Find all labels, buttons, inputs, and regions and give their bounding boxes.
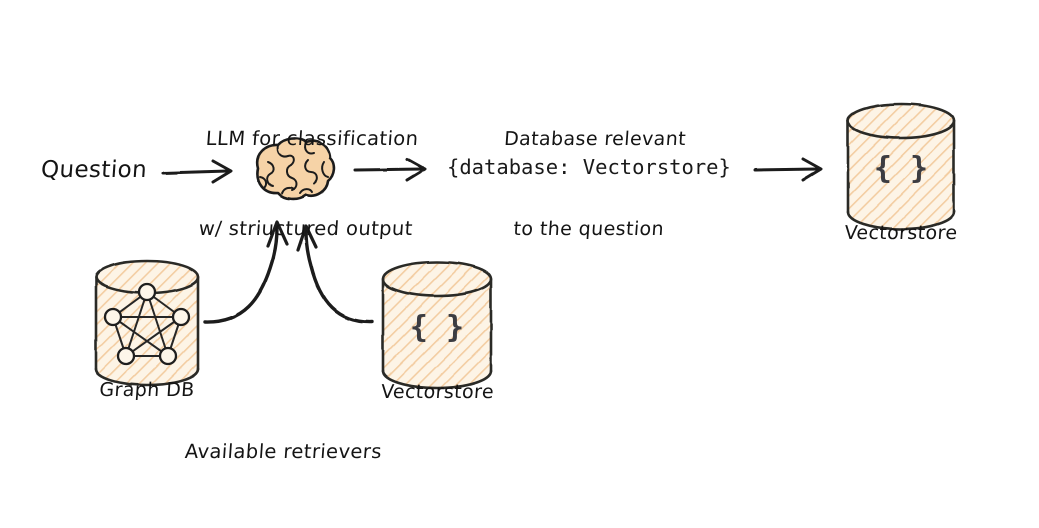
graph-db-cylinder: [94, 259, 200, 387]
llm-annotation: LLM for classification w/ striuctured ou…: [178, 64, 443, 274]
graph-db-label: Graph DB: [98, 379, 196, 401]
arrow-output-to-vectorstore: [753, 157, 823, 182]
vectorstore-source-label: Vectorstore: [380, 381, 495, 403]
vectorstore-selected-label: Vectorstore: [843, 222, 959, 244]
braces-glyph: { }: [874, 151, 928, 186]
llm-annotation-line2: w/ striuctured output: [198, 217, 414, 240]
database-relevant-line1: Database relevant: [503, 128, 687, 150]
question-label: Question: [40, 157, 148, 183]
vectorstore-cylinder-source: { }: [381, 260, 493, 390]
llm-annotation-line1: LLM for classification: [204, 127, 420, 150]
vectorstore-cylinder-selected: { }: [846, 102, 956, 231]
database-relevant-line2: to the question: [512, 218, 665, 240]
braces-glyph: { }: [410, 310, 464, 345]
structured-output-label: {database: Vectorstore}: [447, 155, 731, 179]
available-retrievers-label: Available retrievers: [184, 440, 383, 463]
